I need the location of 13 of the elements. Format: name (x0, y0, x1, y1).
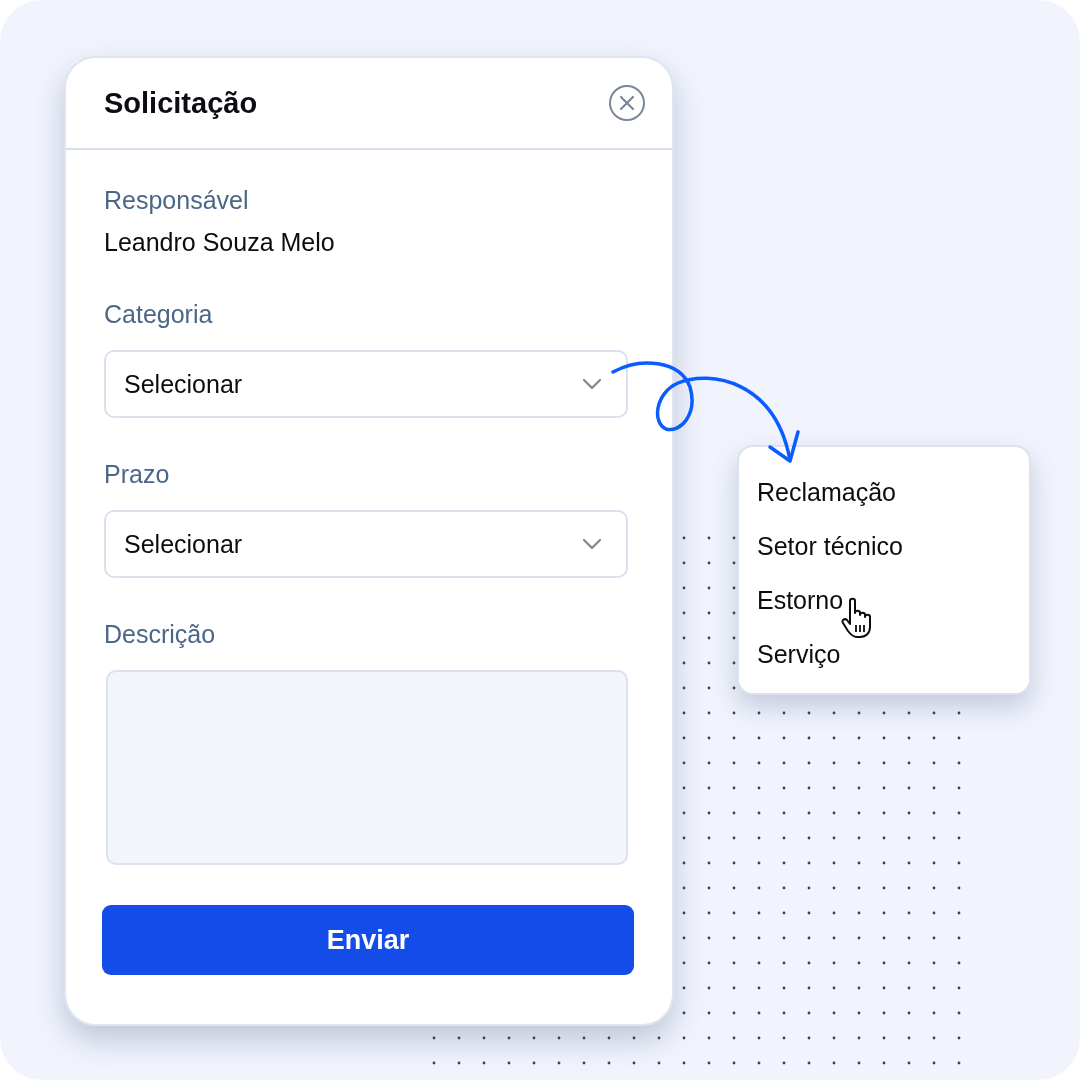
select-field[interactable]: Selecionar (104, 350, 628, 418)
menu-option[interactable]: Serviço (757, 627, 881, 681)
menu-option[interactable]: Reclamação (757, 465, 936, 519)
field-value: Leandro Souza Melo (104, 227, 335, 258)
field-label: Prazo (104, 459, 170, 490)
field-label: Responsável (104, 185, 249, 216)
menu-option[interactable]: Setor técnico (757, 519, 943, 573)
submit-button[interactable]: Enviar (102, 905, 634, 975)
field-label: Descrição (104, 619, 216, 650)
select-field[interactable]: Selecionar (104, 510, 628, 578)
field-label: Categoria (104, 299, 213, 330)
dialog-title: Solicitação (104, 86, 258, 120)
menu-option[interactable]: Estorno (757, 573, 884, 627)
